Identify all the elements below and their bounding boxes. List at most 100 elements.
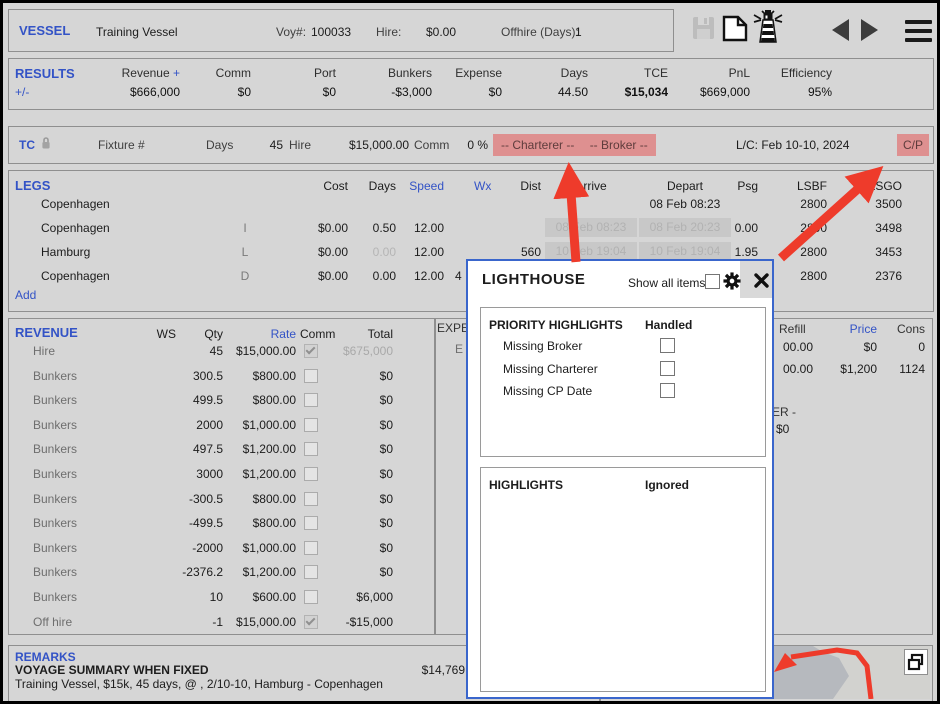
legs-cost[interactable]: $0.00 bbox=[278, 269, 348, 283]
revenue-item-name[interactable]: Bunkers bbox=[33, 492, 77, 506]
revenue-qty[interactable]: 499.5 bbox=[163, 393, 223, 407]
save-icon[interactable] bbox=[692, 16, 715, 40]
revenue-header-rate[interactable]: Rate bbox=[216, 327, 296, 341]
revenue-qty[interactable]: 45 bbox=[163, 344, 223, 358]
legs-port[interactable]: Copenhagen bbox=[41, 197, 110, 211]
revenue-item-name[interactable]: Bunkers bbox=[33, 565, 77, 579]
legs-speed[interactable]: 12.00 bbox=[394, 221, 444, 235]
legs-speed[interactable]: 12.00 bbox=[394, 245, 444, 259]
legs-cost[interactable]: $0.00 bbox=[278, 245, 348, 259]
revenue-qty[interactable]: -300.5 bbox=[163, 492, 223, 506]
comm-checkbox[interactable] bbox=[304, 565, 318, 579]
comm-checkbox[interactable] bbox=[304, 393, 318, 407]
legs-port[interactable]: Copenhagen bbox=[41, 221, 110, 235]
fixture-number-label[interactable]: Fixture # bbox=[98, 138, 145, 152]
charterer-placeholder[interactable]: -- Charterer -- bbox=[493, 138, 574, 152]
charterer-broker-field[interactable]: -- Charterer -- -- Broker -- bbox=[493, 134, 656, 156]
legs-days[interactable]: 0.00 bbox=[351, 269, 396, 283]
hire-value[interactable]: $0.00 bbox=[396, 25, 456, 39]
legs-days[interactable]: 0.50 bbox=[351, 221, 396, 235]
revenue-item-name[interactable]: Hire bbox=[33, 344, 55, 358]
revenue-qty[interactable]: -2376.2 bbox=[163, 565, 223, 579]
remarks-title[interactable]: REMARKS bbox=[15, 650, 76, 664]
comm-checkbox[interactable] bbox=[304, 467, 318, 481]
new-document-icon[interactable] bbox=[722, 15, 748, 42]
comm-checkbox[interactable] bbox=[304, 369, 318, 383]
offhire-value[interactable]: 1 bbox=[575, 25, 582, 39]
tc-comm-value[interactable]: 0 % bbox=[448, 138, 488, 152]
legs-header-speed[interactable]: Speed bbox=[394, 179, 444, 193]
gear-icon[interactable] bbox=[723, 272, 741, 290]
comm-checkbox[interactable] bbox=[304, 615, 318, 629]
comm-checkbox[interactable] bbox=[304, 442, 318, 456]
revenue-item-name[interactable]: Bunkers bbox=[33, 393, 77, 407]
comm-checkbox[interactable] bbox=[304, 590, 318, 604]
revenue-item-name[interactable]: Bunkers bbox=[33, 369, 77, 383]
legs-add-link[interactable]: Add bbox=[15, 288, 36, 302]
revenue-item-name[interactable]: Bunkers bbox=[33, 516, 77, 530]
comm-checkbox[interactable] bbox=[304, 344, 318, 358]
revenue-item-name[interactable]: Bunkers bbox=[33, 467, 77, 481]
vessel-label[interactable]: VESSEL bbox=[19, 24, 70, 38]
legs-lsbf[interactable]: 2800 bbox=[767, 221, 827, 235]
revenue-rate[interactable]: $1,000.00 bbox=[216, 541, 296, 555]
legs-lsgo[interactable]: 3498 bbox=[842, 221, 902, 235]
legs-lsbf[interactable]: 2800 bbox=[767, 269, 827, 283]
legs-lsgo[interactable]: 3500 bbox=[842, 197, 902, 211]
cp-date-field[interactable]: C/P bbox=[897, 134, 929, 156]
revenue-rate[interactable]: $1,000.00 bbox=[216, 418, 296, 432]
legs-lsgo[interactable]: 3453 bbox=[842, 245, 902, 259]
revenue-rate[interactable]: $1,200.00 bbox=[216, 565, 296, 579]
popout-icon[interactable] bbox=[904, 649, 928, 675]
revenue-title[interactable]: REVENUE bbox=[15, 326, 78, 340]
revenue-qty[interactable]: 2000 bbox=[163, 418, 223, 432]
results-title[interactable]: RESULTS bbox=[15, 67, 75, 81]
laycan-value[interactable]: L/C: Feb 10-10, 2024 bbox=[736, 138, 849, 152]
back-arrow-icon[interactable] bbox=[832, 19, 849, 41]
revenue-qty[interactable]: 300.5 bbox=[163, 369, 223, 383]
revenue-rate[interactable]: $15,000.00 bbox=[216, 615, 296, 629]
revenue-rate[interactable]: $1,200.00 bbox=[216, 442, 296, 456]
comm-checkbox[interactable] bbox=[304, 541, 318, 555]
revenue-rate[interactable]: $800.00 bbox=[216, 393, 296, 407]
legs-cost[interactable]: $0.00 bbox=[278, 221, 348, 235]
handled-checkbox[interactable] bbox=[660, 383, 675, 398]
revenue-qty[interactable]: -2000 bbox=[163, 541, 223, 555]
comm-checkbox[interactable] bbox=[304, 492, 318, 506]
close-icon[interactable] bbox=[754, 273, 769, 288]
comm-checkbox[interactable] bbox=[304, 516, 318, 530]
lighthouse-icon[interactable] bbox=[751, 8, 785, 44]
revenue-qty[interactable]: -499.5 bbox=[163, 516, 223, 530]
legs-title[interactable]: LEGS bbox=[15, 179, 50, 193]
comm-checkbox[interactable] bbox=[304, 418, 318, 432]
tc-days-value[interactable]: 45 bbox=[233, 138, 283, 152]
legs-lsbf[interactable]: 2800 bbox=[767, 197, 827, 211]
revenue-rate[interactable]: $1,200.00 bbox=[216, 467, 296, 481]
revenue-qty[interactable]: 10 bbox=[163, 590, 223, 604]
broker-placeholder[interactable]: -- Broker -- bbox=[578, 138, 648, 152]
legs-lsgo[interactable]: 2376 bbox=[842, 269, 902, 283]
revenue-rate[interactable]: $800.00 bbox=[216, 516, 296, 530]
legs-port[interactable]: Hamburg bbox=[41, 245, 90, 259]
legs-port[interactable]: Copenhagen bbox=[41, 269, 110, 283]
revenue-rate[interactable]: $15,000.00 bbox=[216, 344, 296, 358]
revenue-qty[interactable]: 3000 bbox=[163, 467, 223, 481]
legs-speed[interactable]: 12.00 bbox=[394, 269, 444, 283]
legs-lsbf[interactable]: 2800 bbox=[767, 245, 827, 259]
revenue-rate[interactable]: $800.00 bbox=[216, 492, 296, 506]
handled-checkbox[interactable] bbox=[660, 361, 675, 376]
revenue-item-name[interactable]: Bunkers bbox=[33, 590, 77, 604]
legs-dist[interactable]: 560 bbox=[481, 245, 541, 259]
handled-checkbox[interactable] bbox=[660, 338, 675, 353]
revenue-item-name[interactable]: Bunkers bbox=[33, 442, 77, 456]
tc-hire-value[interactable]: $15,000.00 bbox=[329, 138, 409, 152]
revenue-qty[interactable]: 497.5 bbox=[163, 442, 223, 456]
forward-arrow-icon[interactable] bbox=[861, 19, 878, 41]
legs-days[interactable]: 0.00 bbox=[351, 245, 396, 259]
revenue-qty[interactable]: -1 bbox=[163, 615, 223, 629]
show-all-items-checkbox[interactable] bbox=[705, 274, 720, 289]
vessel-name[interactable]: Training Vessel bbox=[96, 25, 178, 39]
revenue-rate[interactable]: $600.00 bbox=[216, 590, 296, 604]
revenue-item-name[interactable]: Bunkers bbox=[33, 418, 77, 432]
voyage-number-value[interactable]: 100033 bbox=[311, 25, 351, 39]
